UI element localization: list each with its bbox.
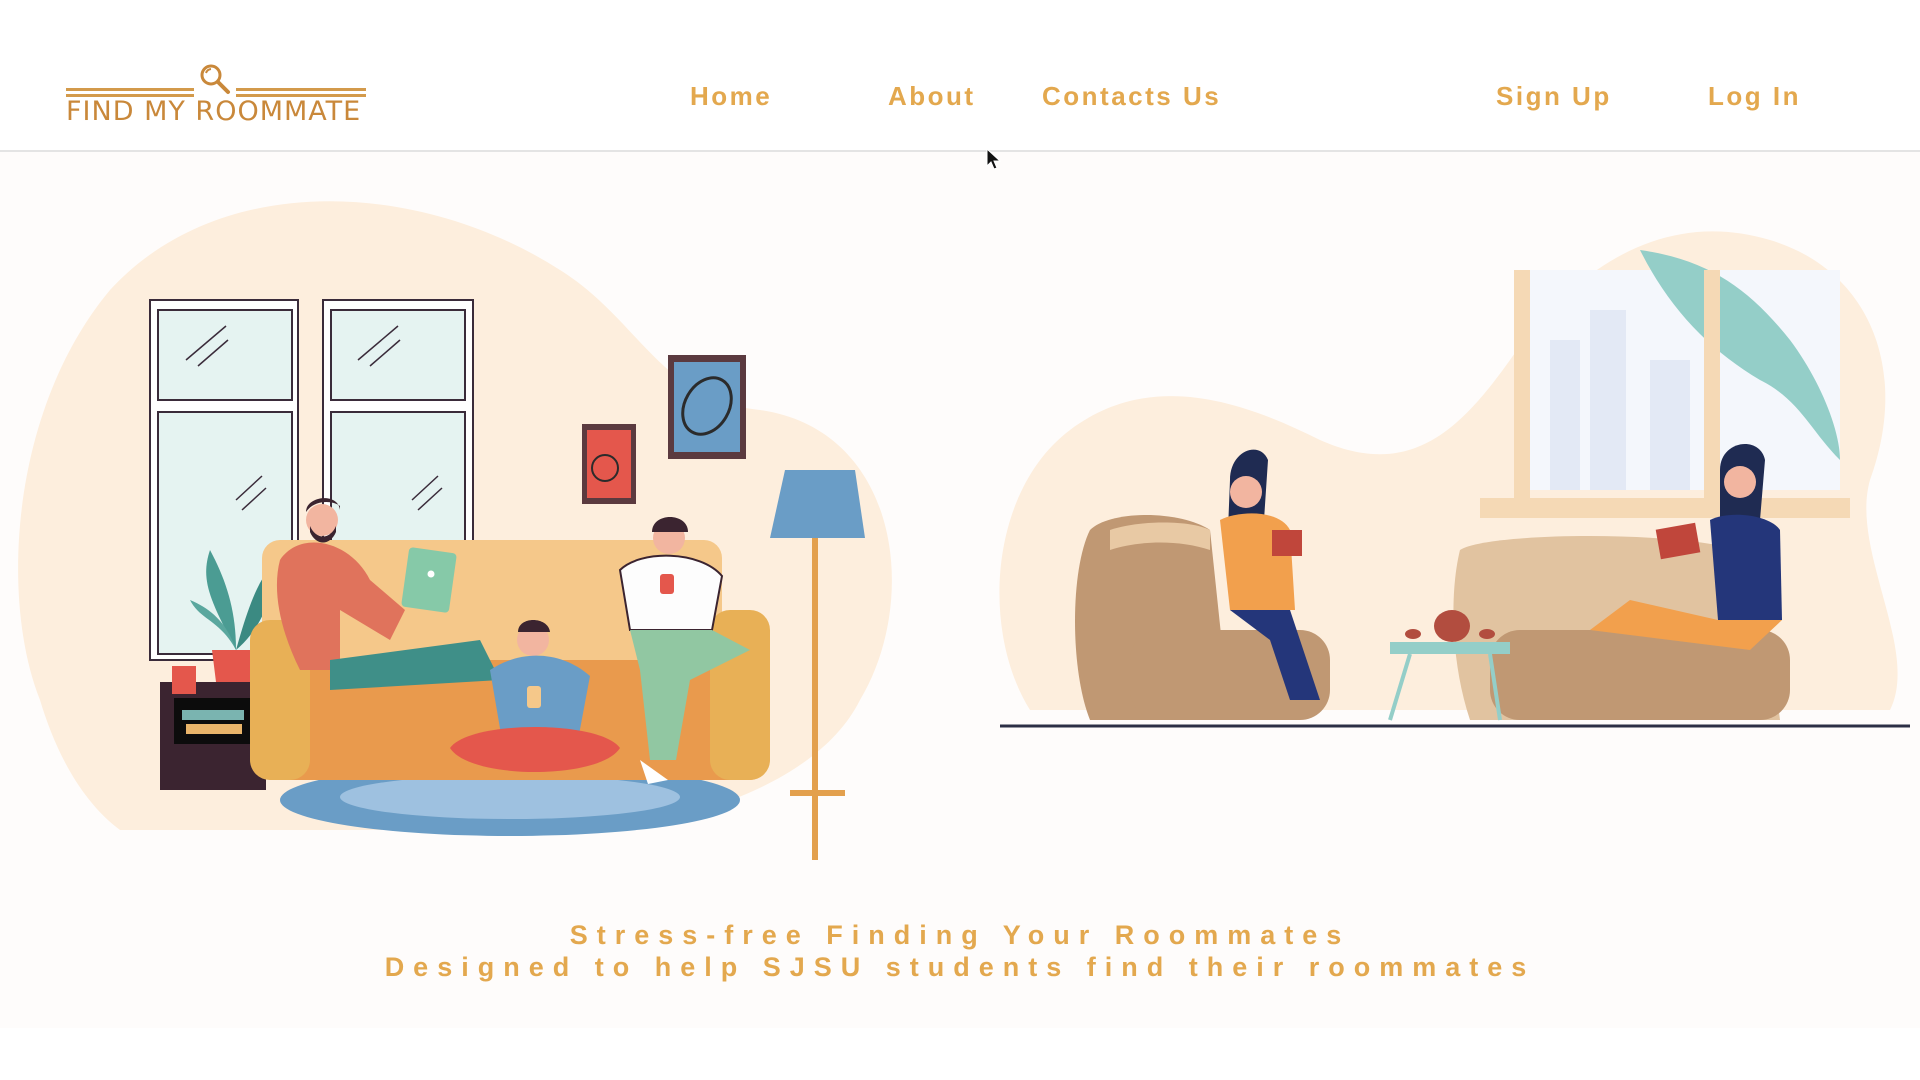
magnifier-icon xyxy=(200,64,230,94)
hero-subheadline: Designed to help SJSU students find thei… xyxy=(384,952,1536,982)
log-in-link[interactable]: Log In xyxy=(1708,81,1801,112)
logo-text: FIND MY ROOMMATE xyxy=(66,96,362,127)
hero-headline: Stress-free Finding Your Roommates xyxy=(569,920,1351,950)
mouse-pointer-icon xyxy=(986,148,1002,170)
women-reading-lounge-illustration xyxy=(999,231,1910,728)
roommates-living-room-illustration xyxy=(18,201,892,860)
sign-up-link[interactable]: Sign Up xyxy=(1496,81,1612,112)
logo[interactable]: FIND MY ROOMMATE xyxy=(66,62,366,132)
nav-contacts-link[interactable]: Contacts Us xyxy=(1042,81,1221,112)
nav-home-link[interactable]: Home xyxy=(690,81,772,112)
nav-about-link[interactable]: About xyxy=(888,81,976,112)
site-header: FIND MY ROOMMATE Home About Contacts Us … xyxy=(0,0,1920,152)
